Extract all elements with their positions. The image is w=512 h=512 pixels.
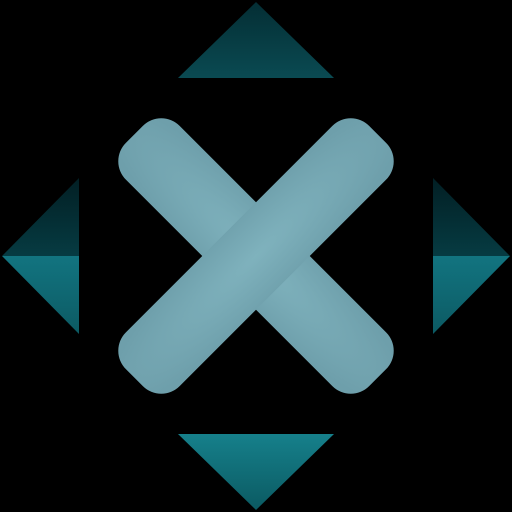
x-mark-icon: [118, 118, 394, 394]
move-cross-icon: [2, 2, 510, 510]
arrow-right-icon: [433, 178, 510, 334]
icon-canvas: [0, 0, 512, 512]
arrow-down-icon: [178, 434, 334, 510]
arrow-left-icon: [2, 178, 79, 334]
arrow-up-icon: [178, 2, 334, 78]
